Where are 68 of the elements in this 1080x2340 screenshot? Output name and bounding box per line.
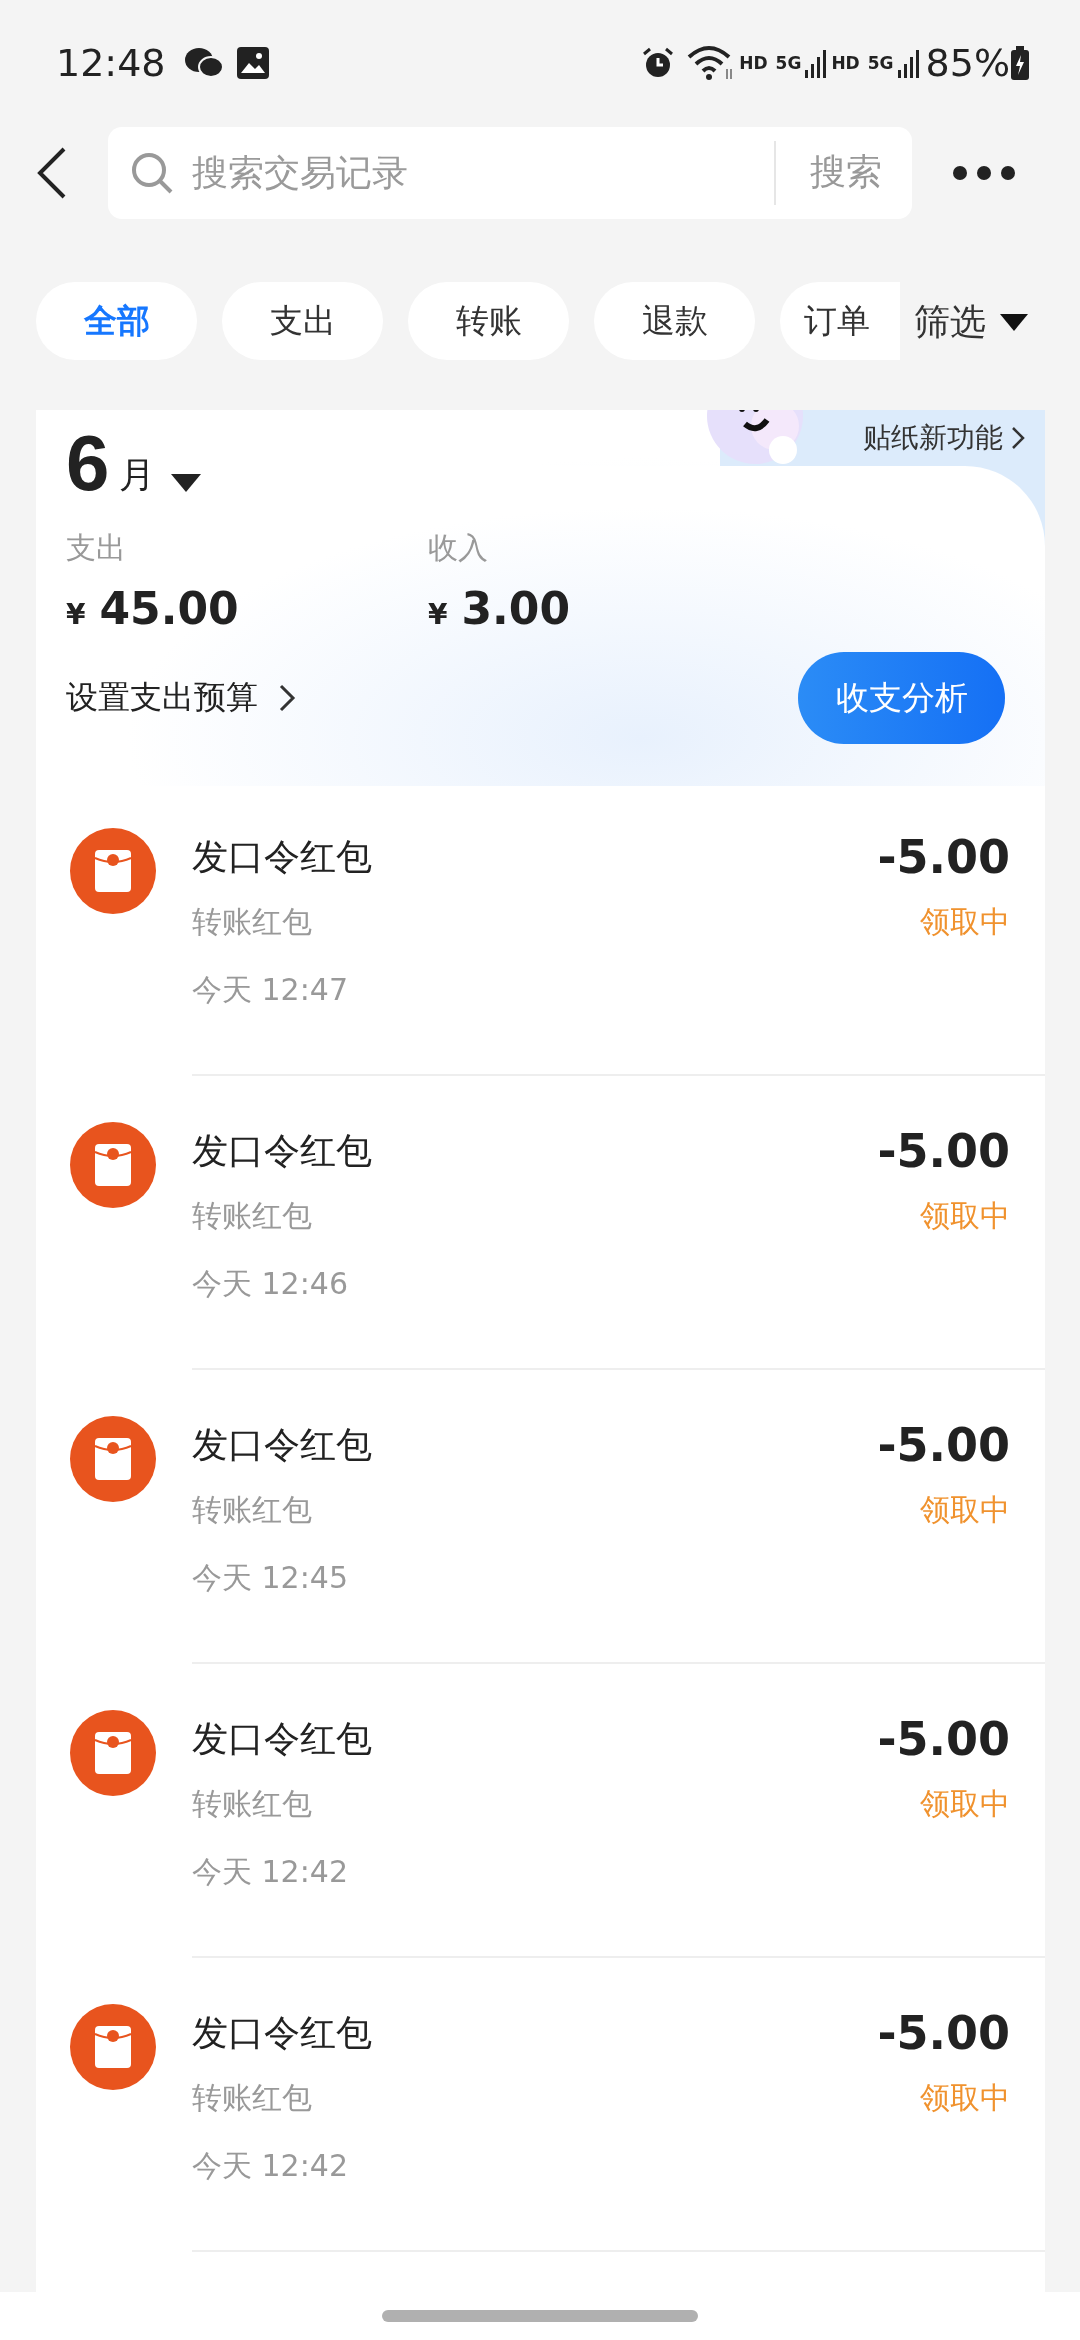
transaction-category: 转账红包 xyxy=(192,903,313,941)
filter-button[interactable]: 筛选 xyxy=(900,282,1080,362)
month-picker[interactable]: 6 月 xyxy=(66,424,202,502)
search-icon xyxy=(130,150,174,195)
filter-chip[interactable]: 全部 xyxy=(36,282,197,360)
transaction-title: 发口令红包 xyxy=(192,1129,373,1173)
battery-icon xyxy=(1010,45,1030,80)
transaction-row[interactable]: 发口令红包 转账红包 今天 12:47 -5.00 领取中 xyxy=(36,782,1045,1076)
envelope-icon xyxy=(70,1710,156,1796)
network-label: HD xyxy=(739,52,768,73)
transaction-row[interactable]: 发口令红包 转账红包 今天 12:46 -5.00 领取中 xyxy=(36,1076,1045,1370)
image-icon xyxy=(235,45,270,80)
transaction-category: 转账红包 xyxy=(192,1785,313,1823)
filter-chip[interactable]: 订单 xyxy=(780,282,900,360)
currency-symbol: ¥ xyxy=(66,598,86,631)
transaction-time: 今天 12:42 xyxy=(192,2147,349,2185)
filter-chip[interactable]: 转账 xyxy=(408,282,569,360)
budget-link[interactable]: 设置支出预算 xyxy=(66,676,296,720)
envelope-icon xyxy=(70,828,156,914)
envelope-icon xyxy=(70,1416,156,1502)
expense-amount: 45.00 xyxy=(99,583,239,634)
transaction-status: 领取中 xyxy=(920,2079,1010,2117)
transaction-time: 今天 12:46 xyxy=(192,1265,349,1303)
chevron-icon xyxy=(1011,426,1025,450)
transaction-amount: -5.00 xyxy=(877,1417,1010,1474)
transaction-category: 转账红包 xyxy=(192,2079,313,2117)
more-button[interactable] xyxy=(952,164,1016,181)
sticker-feature-link[interactable]: 贴纸新功能 xyxy=(863,410,1025,466)
transaction-time: 今天 12:42 xyxy=(192,1853,349,1891)
filter-chip[interactable]: 退款 xyxy=(594,282,755,360)
network-label: 5G xyxy=(775,52,802,73)
transaction-row[interactable]: 发口令红包 转账红包 今天 12:45 -5.00 领取中 xyxy=(36,1370,1045,1664)
transaction-amount: -5.00 xyxy=(877,1711,1010,1768)
transaction-time: 今天 12:45 xyxy=(192,1559,349,1597)
transaction-row[interactable]: 发口令红包 转账红包 今天 12:42 -5.00 领取中 xyxy=(36,1958,1045,2252)
transaction-time: 今天 12:47 xyxy=(192,971,349,1009)
envelope-icon xyxy=(70,1122,156,1208)
transaction-status: 领取中 xyxy=(920,1491,1010,1529)
network-label: HD xyxy=(831,52,860,73)
transaction-row[interactable]: 发口令红包 转账红包 今天 12:42 -5.00 领取中 xyxy=(36,1664,1045,1958)
expense-label: 支出 xyxy=(66,529,127,567)
alarm-icon xyxy=(641,45,676,80)
network-label: 5G xyxy=(867,52,894,73)
income-label: 收入 xyxy=(428,529,489,567)
transaction-title: 发口令红包 xyxy=(192,1423,373,1467)
analysis-button[interactable]: 收支分析 xyxy=(798,652,1005,744)
signal-icon xyxy=(805,47,828,78)
transaction-status: 领取中 xyxy=(920,1785,1010,1823)
filter-chip[interactable]: 支出 xyxy=(222,282,383,360)
signal-icon xyxy=(897,47,920,78)
caret-icon xyxy=(171,472,202,494)
caret-icon xyxy=(1000,312,1028,332)
income-amount: 3.00 xyxy=(461,583,571,634)
transaction-category: 转账红包 xyxy=(192,1491,313,1529)
chevron-icon xyxy=(278,683,296,713)
transaction-amount: -5.00 xyxy=(877,1123,1010,1180)
transaction-amount: -5.00 xyxy=(877,829,1010,886)
currency-symbol: ¥ xyxy=(428,598,448,631)
status-time: 12:48 xyxy=(56,40,166,85)
transaction-category: 转账红包 xyxy=(192,1197,313,1235)
transaction-title: 发口令红包 xyxy=(192,835,373,879)
transaction-amount: -5.00 xyxy=(877,2005,1010,2062)
transaction-status: 领取中 xyxy=(920,1197,1010,1235)
envelope-icon xyxy=(70,2004,156,2090)
battery-percent: 85% xyxy=(925,40,1010,85)
transaction-title: 发口令红包 xyxy=(192,1717,373,1761)
transaction-status: 领取中 xyxy=(920,903,1010,941)
transaction-title: 发口令红包 xyxy=(192,2011,373,2055)
